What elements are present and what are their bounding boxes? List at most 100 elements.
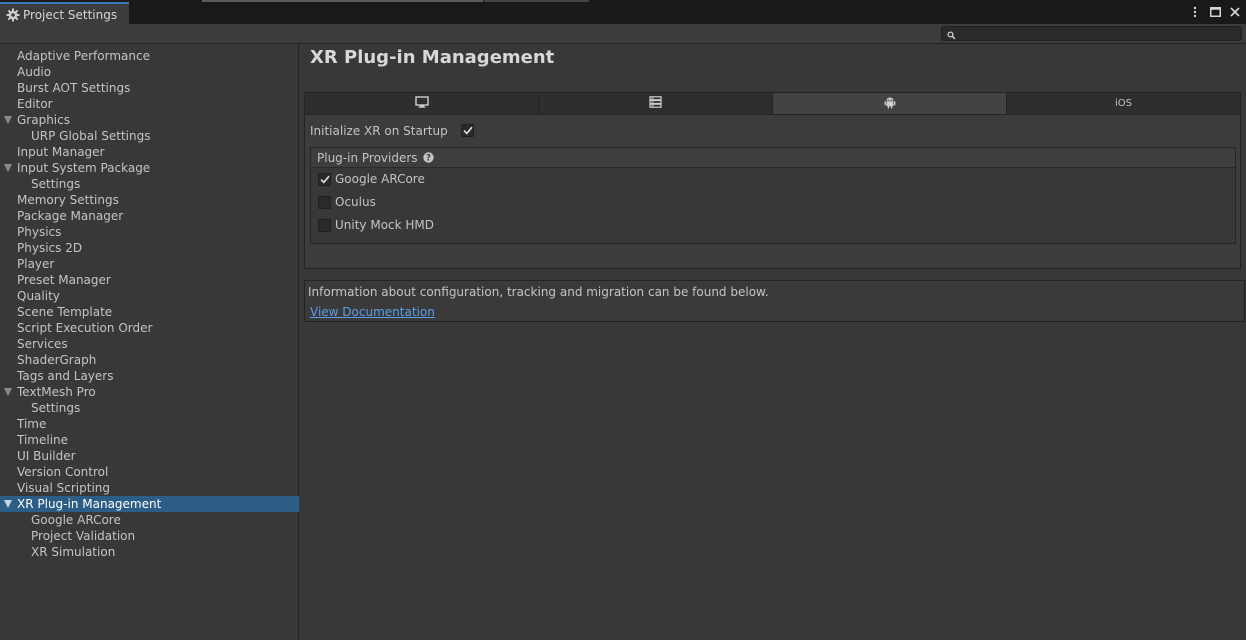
project-settings-tab[interactable]: Project Settings <box>0 2 129 26</box>
plugin-providers-title: Plug-in Providers <box>317 150 418 165</box>
sidebar-item-label: Settings <box>31 401 81 415</box>
provider-label: Google ARCore <box>335 172 425 186</box>
sidebar-item-label: Settings <box>31 177 81 191</box>
sidebar-item[interactable]: Tags and Layers <box>0 368 299 384</box>
sidebar-item-label: Version Control <box>17 465 109 479</box>
tab-ios-label: iOS <box>1115 98 1132 109</box>
sidebar-item[interactable]: Time <box>0 416 299 432</box>
sidebar-item-label: Preset Manager <box>17 273 111 287</box>
view-documentation-link[interactable]: View Documentation <box>310 305 435 319</box>
sidebar-item[interactable]: Input Manager <box>0 144 299 160</box>
sidebar-item[interactable]: Burst AOT Settings <box>0 80 299 96</box>
sidebar-item-label: UI Builder <box>17 449 76 463</box>
sidebar-item-label: TextMesh Pro <box>17 385 96 399</box>
settings-tree: Adaptive Performance Audio Burst AOT Setti… <box>0 48 299 560</box>
provider-checkbox[interactable] <box>318 173 331 186</box>
sidebar-item-label: Burst AOT Settings <box>17 81 131 95</box>
android-icon <box>884 96 896 112</box>
plugin-providers-header: Plug-in Providers ? <box>311 148 1235 168</box>
search-icon <box>947 29 956 40</box>
kebab-menu-icon[interactable] <box>1188 5 1202 19</box>
provider-label: Oculus <box>335 195 376 209</box>
sidebar-item-label: Timeline <box>17 433 69 447</box>
sidebar-item[interactable]: Timeline <box>0 432 299 448</box>
sidebar-item[interactable]: Audio <box>0 64 299 80</box>
provider-checkbox[interactable] <box>318 196 331 209</box>
sidebar-item-label: Package Manager <box>17 209 124 223</box>
sidebar-item[interactable]: XR Plug-in Management <box>0 496 299 512</box>
expand-arrow-icon[interactable] <box>4 116 12 124</box>
provider-checkbox[interactable] <box>318 219 331 232</box>
sidebar-item[interactable]: Package Manager <box>0 208 299 224</box>
sidebar-item-label: Graphics <box>17 113 70 127</box>
expand-arrow-icon[interactable] <box>4 388 12 396</box>
sidebar-item-label: Services <box>17 337 68 351</box>
info-text: Information about configuration, trackin… <box>308 285 769 299</box>
sidebar-item-label: Physics 2D <box>17 241 83 255</box>
provider-row: Oculus <box>311 192 1235 212</box>
sidebar-item[interactable]: Physics 2D <box>0 240 299 256</box>
settings-sidebar: Adaptive Performance Audio Burst AOT Setti… <box>0 44 299 640</box>
sidebar-item[interactable]: Editor <box>0 96 299 112</box>
sidebar-item-label: Adaptive Performance <box>17 49 150 63</box>
sidebar-item[interactable]: Memory Settings <box>0 192 299 208</box>
tab-android[interactable] <box>773 93 1007 114</box>
sidebar-item-label: Project Validation <box>31 529 136 543</box>
main-panel: XR Plug-in Management iOS Initialize XR … <box>300 44 1246 640</box>
expand-arrow-icon[interactable] <box>4 164 12 172</box>
sidebar-item-label: Tags and Layers <box>17 369 114 383</box>
window-tab-bar: Project Settings <box>0 2 1246 26</box>
sidebar-item[interactable]: Visual Scripting <box>0 480 299 496</box>
sidebar-item[interactable]: Player <box>0 256 299 272</box>
sidebar-item[interactable]: UI Builder <box>0 448 299 464</box>
sidebar-item-label: Time <box>17 417 47 431</box>
maximize-icon[interactable] <box>1208 5 1222 19</box>
help-icon[interactable]: ? <box>422 152 434 164</box>
sidebar-item[interactable]: TextMesh Pro <box>0 384 299 400</box>
plugin-providers-panel: Plug-in Providers ? Google ARCore Oculus U… <box>310 147 1236 244</box>
sidebar-item-label: Input Manager <box>17 145 105 159</box>
sidebar-item-label: Quality <box>17 289 60 303</box>
sidebar-item-label: Scene Template <box>17 305 113 319</box>
expand-arrow-icon[interactable] <box>4 500 12 508</box>
sidebar-item[interactable]: Settings <box>0 176 299 192</box>
provider-row: Unity Mock HMD <box>311 215 1235 235</box>
sidebar-item[interactable]: Version Control <box>0 464 299 480</box>
tab-dedicated-server[interactable] <box>539 93 773 114</box>
sidebar-item[interactable]: Services <box>0 336 299 352</box>
sidebar-item[interactable]: ShaderGraph <box>0 352 299 368</box>
sidebar-item-label: Script Execution Order <box>17 321 153 335</box>
sidebar-item[interactable]: Adaptive Performance <box>0 48 299 64</box>
close-icon[interactable] <box>1228 5 1242 19</box>
initialize-xr-checkbox[interactable] <box>461 124 474 137</box>
info-box: Information about configuration, trackin… <box>304 280 1245 322</box>
tab-ios[interactable]: iOS <box>1007 93 1240 114</box>
sidebar-item[interactable]: Physics <box>0 224 299 240</box>
tab-standalone[interactable] <box>305 93 539 114</box>
sidebar-item[interactable]: Scene Template <box>0 304 299 320</box>
sidebar-item-label: Player <box>17 257 55 271</box>
search-input[interactable] <box>941 26 1242 41</box>
sidebar-item-label: XR Plug-in Management <box>17 497 162 511</box>
sidebar-item-label: ShaderGraph <box>17 353 97 367</box>
sidebar-item-label: XR Simulation <box>31 545 116 559</box>
svg-text:?: ? <box>426 154 431 163</box>
sidebar-item[interactable]: Graphics <box>0 112 299 128</box>
gear-icon <box>6 8 20 22</box>
sidebar-item[interactable]: Script Execution Order <box>0 320 299 336</box>
tab-title: Project Settings <box>23 8 118 22</box>
sidebar-item-label: URP Global Settings <box>31 129 151 143</box>
sidebar-item[interactable]: Settings <box>0 400 299 416</box>
settings-toolbar <box>0 24 1246 44</box>
sidebar-item[interactable]: Google ARCore <box>0 512 299 528</box>
provider-row: Google ARCore <box>311 169 1235 189</box>
sidebar-item[interactable]: Preset Manager <box>0 272 299 288</box>
sidebar-item[interactable]: Project Validation <box>0 528 299 544</box>
sidebar-item[interactable]: Input System Package <box>0 160 299 176</box>
sidebar-item[interactable]: URP Global Settings <box>0 128 299 144</box>
sidebar-item[interactable]: XR Simulation <box>0 544 299 560</box>
server-icon <box>649 96 662 111</box>
sidebar-item[interactable]: Quality <box>0 288 299 304</box>
initialize-xr-label: Initialize XR on Startup <box>310 124 448 138</box>
platform-tabs: iOS <box>304 92 1241 114</box>
